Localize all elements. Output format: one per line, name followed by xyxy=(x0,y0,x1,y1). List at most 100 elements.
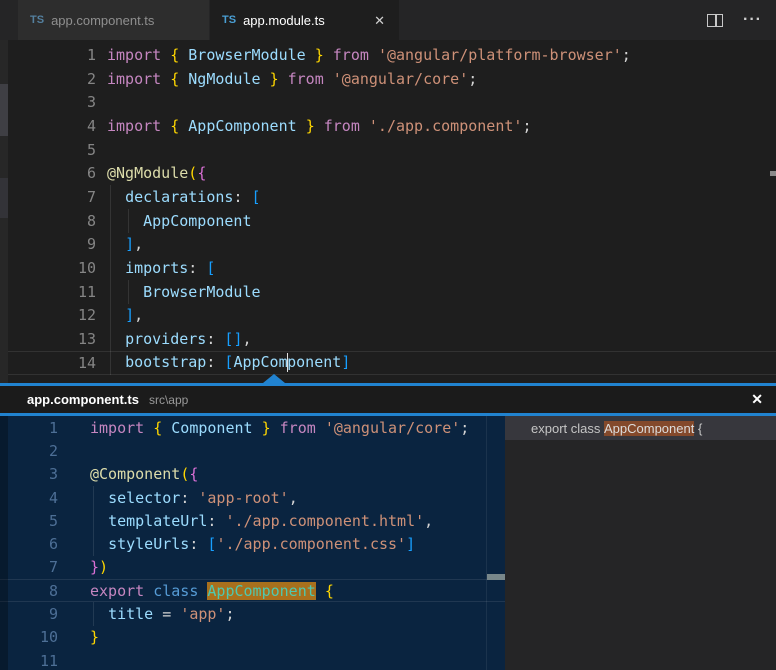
reference-text: export class xyxy=(531,421,604,436)
close-icon[interactable]: ✕ xyxy=(372,12,387,29)
code-text: title = 'app'; xyxy=(58,605,235,623)
code-line[interactable]: 14 bootstrap: [AppComponent] xyxy=(0,351,776,375)
editor-app-module[interactable]: 1import { BrowserModule } from '@angular… xyxy=(0,40,776,383)
code-text: }) xyxy=(58,558,108,576)
peek-body: 1import { Component } from '@angular/cor… xyxy=(0,416,776,670)
line-number[interactable]: 11 xyxy=(0,283,96,301)
line-number[interactable]: 12 xyxy=(0,306,96,324)
line-number[interactable]: 9 xyxy=(0,235,96,253)
code-line[interactable]: 8export class AppComponent { xyxy=(0,579,505,602)
code-text: BrowserModule xyxy=(96,283,261,301)
line-number[interactable]: 2 xyxy=(0,442,58,460)
code-line[interactable]: 3@Component({ xyxy=(0,463,505,486)
code-line[interactable]: 9 title = 'app'; xyxy=(0,602,505,625)
line-number[interactable]: 9 xyxy=(0,605,58,623)
code-text: declarations: [ xyxy=(96,188,261,206)
line-number[interactable]: 8 xyxy=(0,582,58,600)
code-text: import { Component } from '@angular/core… xyxy=(58,419,469,437)
scrollbar-fragment xyxy=(0,84,8,136)
code-line[interactable]: 10 imports: [ xyxy=(0,256,776,280)
code-line[interactable]: 10} xyxy=(0,626,505,649)
line-number[interactable]: 3 xyxy=(0,93,96,111)
line-number[interactable]: 4 xyxy=(0,489,58,507)
line-number[interactable]: 3 xyxy=(0,465,58,483)
tab-label: app.module.ts xyxy=(243,13,325,28)
peek-file-path: src\app xyxy=(149,393,188,407)
code-line[interactable]: 1import { BrowserModule } from '@angular… xyxy=(0,43,776,67)
line-number[interactable]: 1 xyxy=(0,419,58,437)
line-number[interactable]: 2 xyxy=(0,70,96,88)
line-number[interactable]: 6 xyxy=(0,535,58,553)
window-edge-strip xyxy=(0,40,8,383)
reference-text: { xyxy=(694,421,702,436)
code-text: import { AppComponent } from './app.comp… xyxy=(96,117,531,135)
peek-references-list: export class AppComponent { xyxy=(505,416,776,670)
reference-match: AppComponent xyxy=(604,421,694,436)
line-number[interactable]: 10 xyxy=(0,259,96,277)
peek-scrollbar-track xyxy=(486,416,487,670)
code-line[interactable]: 9 ], xyxy=(0,233,776,257)
peek-header: app.component.ts src\app ✕ xyxy=(0,386,776,413)
code-text: imports: [ xyxy=(96,259,215,277)
code-text: import { BrowserModule } from '@angular/… xyxy=(96,46,631,64)
peek-scrollbar-handle[interactable] xyxy=(487,574,505,580)
code-line[interactable]: 6 styleUrls: ['./app.component.css'] xyxy=(0,532,505,555)
editor-tab-bar: TS app.component.ts TS app.module.ts ✕ ·… xyxy=(0,0,776,40)
overview-ruler-marker xyxy=(770,171,776,176)
tab-app-component[interactable]: TS app.component.ts xyxy=(18,0,210,40)
code-text: bootstrap: [AppComponent] xyxy=(96,353,350,372)
peek-file-title: app.component.ts xyxy=(27,392,139,407)
code-text: ], xyxy=(96,306,143,324)
peek-editor-app-component[interactable]: 1import { Component } from '@angular/cor… xyxy=(0,416,505,670)
code-line[interactable]: 8 AppComponent xyxy=(0,209,776,233)
line-number[interactable]: 7 xyxy=(0,558,58,576)
code-line[interactable]: 5 xyxy=(0,138,776,162)
code-line[interactable]: 3 xyxy=(0,90,776,114)
code-line[interactable]: 7}) xyxy=(0,556,505,579)
line-number[interactable]: 13 xyxy=(0,330,96,348)
code-line[interactable]: 6@NgModule({ xyxy=(0,161,776,185)
reference-item[interactable]: export class AppComponent { xyxy=(505,416,776,440)
line-number[interactable]: 7 xyxy=(0,188,96,206)
code-line[interactable]: 1import { Component } from '@angular/cor… xyxy=(0,416,505,439)
typescript-icon: TS xyxy=(30,14,44,26)
code-line[interactable]: 11 BrowserModule xyxy=(0,280,776,304)
line-number[interactable]: 10 xyxy=(0,628,58,646)
peek-anchor-arrow xyxy=(263,374,285,383)
code-line[interactable]: 4import { AppComponent } from './app.com… xyxy=(0,114,776,138)
code-line[interactable]: 2import { NgModule } from '@angular/core… xyxy=(0,67,776,91)
line-number[interactable]: 5 xyxy=(0,141,96,159)
indent-guide xyxy=(128,280,129,304)
line-number[interactable]: 5 xyxy=(0,512,58,530)
code-line[interactable]: 13 providers: [], xyxy=(0,327,776,351)
line-number[interactable]: 1 xyxy=(0,46,96,64)
code-text: providers: [], xyxy=(96,330,252,348)
line-number[interactable]: 6 xyxy=(0,164,96,182)
scrollbar-fragment xyxy=(0,178,8,218)
code-text: } xyxy=(58,628,99,646)
vscode-window: TS app.component.ts TS app.module.ts ✕ ·… xyxy=(0,0,776,670)
code-line[interactable]: 11 xyxy=(0,649,505,670)
line-number[interactable]: 8 xyxy=(0,212,96,230)
indent-guide xyxy=(128,209,129,233)
code-text: @NgModule({ xyxy=(96,164,206,182)
code-text: AppComponent xyxy=(96,212,252,230)
split-editor-icon[interactable] xyxy=(707,14,723,27)
code-line[interactable]: 5 templateUrl: './app.component.html', xyxy=(0,509,505,532)
code-line[interactable]: 12 ], xyxy=(0,304,776,328)
line-number[interactable]: 11 xyxy=(0,652,58,670)
code-text: templateUrl: './app.component.html', xyxy=(58,512,433,530)
more-actions-icon[interactable]: ··· xyxy=(743,12,762,28)
code-line[interactable]: 7 declarations: [ xyxy=(0,185,776,209)
code-line[interactable]: 2 xyxy=(0,439,505,462)
code-text: ], xyxy=(96,235,143,253)
line-number[interactable]: 14 xyxy=(0,354,96,372)
tab-app-module[interactable]: TS app.module.ts ✕ xyxy=(210,0,400,40)
tab-label: app.component.ts xyxy=(51,13,154,28)
code-text: export class AppComponent { xyxy=(58,582,334,600)
code-text: styleUrls: ['./app.component.css'] xyxy=(58,535,415,553)
line-number[interactable]: 4 xyxy=(0,117,96,135)
code-text: import { NgModule } from '@angular/core'… xyxy=(96,70,477,88)
close-icon[interactable]: ✕ xyxy=(751,391,763,408)
code-line[interactable]: 4 selector: 'app-root', xyxy=(0,486,505,509)
